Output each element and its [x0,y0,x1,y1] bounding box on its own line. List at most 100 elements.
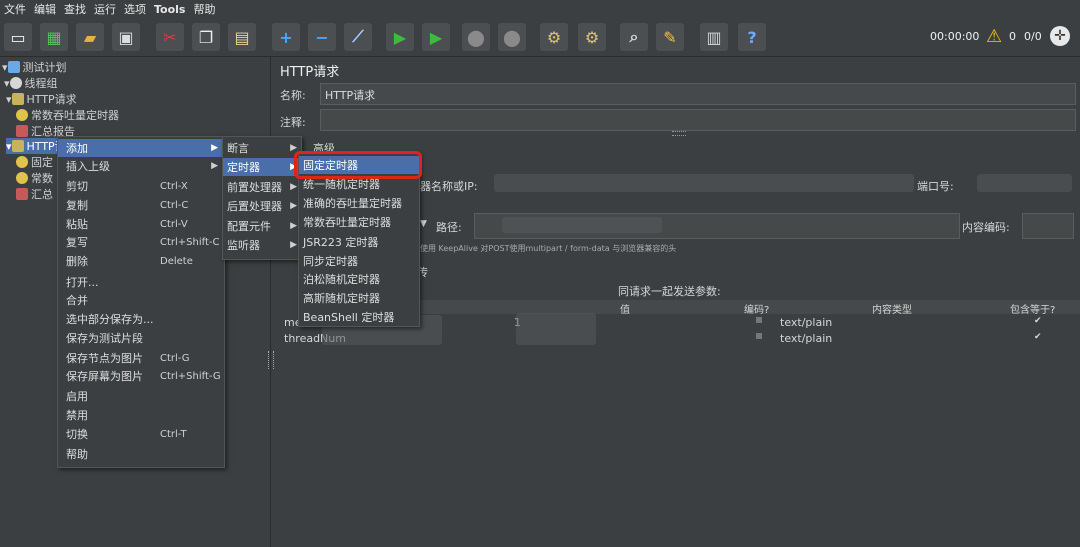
menu-item-save-node-image[interactable]: 保存节点为图片 Ctrl-G [58,349,224,367]
new-icon[interactable]: ▭ [4,23,32,51]
col-value: 值 [620,305,630,316]
start-icon[interactable]: ▶ [386,23,414,51]
function-helper-icon[interactable]: ▥ [700,23,728,51]
encoding-field[interactable] [1022,213,1074,239]
splitter-handle[interactable] [672,131,686,136]
menu-item-save-selection[interactable]: 选中部分保存为... [58,310,224,328]
test-plan-icon [7,61,20,73]
timer-icon [16,156,28,168]
warning-icon[interactable]: ⚠ [986,26,1002,47]
port-field[interactable] [977,174,1072,192]
start-no-pause-icon[interactable]: ▶ [422,23,450,51]
param-content-type: text/plain [780,332,833,345]
menu-file[interactable]: 文件 [0,1,30,17]
stop-icon[interactable]: ⬤ [462,23,490,51]
submenu-arrow-icon: ▶ [290,221,297,231]
menu-item-copy[interactable]: 复制 Ctrl-C [58,196,224,214]
submenu-item-config-elements[interactable]: 配置元件 ▶ [223,217,301,235]
submenu-item-jsr223-timer[interactable]: JSR223 定时器 [299,233,419,251]
menu-run[interactable]: 运行 [90,1,120,17]
tree-node-test-plan[interactable]: ▾ 测试计划 [2,59,67,75]
menu-options[interactable]: 选项 [120,1,150,17]
menu-item-duplicate[interactable]: 复写 Ctrl+Shift-C [58,233,224,251]
save-icon[interactable]: ▣ [112,23,140,51]
open-icon[interactable]: ▰ [76,23,104,51]
submenu-item-poisson-timer[interactable]: 泊松随机定时器 [299,270,419,288]
broom-icon[interactable]: ✎ [656,23,684,51]
path-value-blur [502,217,662,233]
tree-node-http-request[interactable]: ▾ HTTP请求 [6,91,77,107]
method-dropdown-arrow[interactable]: ▼ [420,219,427,229]
encode-checkbox[interactable] [756,333,762,339]
warning-count: 0 [1009,30,1016,43]
menu-item-paste[interactable]: 粘贴 Ctrl-V [58,215,224,233]
submenu-item-timers[interactable]: 定时器 ▶ [223,158,301,176]
menu-item-insert-parent[interactable]: 插入上级 ▶ [58,157,224,175]
server-field[interactable] [494,174,914,192]
report-icon [16,188,28,200]
tree-node-thread-group[interactable]: ▾ 线程组 [4,75,58,91]
name-field[interactable]: HTTP请求 [320,83,1076,105]
tree-node-fixed-timer[interactable]: 固定 [16,154,53,170]
timer-icon [16,109,28,121]
templates-icon[interactable]: ▦ [40,23,68,51]
paste-icon[interactable]: ▤ [228,23,256,51]
encode-checkbox[interactable] [756,317,762,323]
include-eq-checkbox[interactable]: ✔ [1034,332,1042,342]
tree-node-constant[interactable]: 常数 [16,170,53,186]
tree-expand-icon[interactable]: ▾ [2,61,8,74]
toggle-icon[interactable]: ⟋ [344,23,372,51]
remote-icon[interactable]: ✛ [1050,26,1070,46]
submenu-item-post-processors[interactable]: 后置处理器 ▶ [223,197,301,215]
gear-icon [9,77,22,89]
search-icon[interactable]: ⌕ [620,23,648,51]
menu-item-save-screen-image[interactable]: 保存屏幕为图片 Ctrl+Shift-G [58,367,224,385]
tree-node-constant-throughput[interactable]: 常数吞吐量定时器 [16,107,119,123]
tree-expand-icon[interactable]: ▾ [6,93,12,106]
menubar: 文件 编辑 查找 运行 选项 Tools 帮助 [0,0,1080,18]
shutdown-icon[interactable]: ⬤ [498,23,526,51]
name-label: 名称: [280,89,306,102]
submenu-item-listeners[interactable]: 监听器 ▶ [223,236,301,254]
menu-tools[interactable]: Tools [150,3,189,16]
menu-item-enable[interactable]: 启用 [58,387,224,405]
menu-item-toggle[interactable]: 切换 Ctrl-T [58,425,224,443]
submenu-item-pre-processors[interactable]: 前置处理器 ▶ [223,178,301,196]
port-label: 端口号: [917,180,954,193]
panel-splitter[interactable] [268,351,274,369]
submenu-arrow-icon: ▶ [211,161,218,171]
menu-item-add[interactable]: 添加 ▶ [58,139,224,157]
submenu-item-beanshell-timer[interactable]: BeanShell 定时器 [299,308,419,326]
include-eq-checkbox[interactable]: ✔ [1034,316,1042,326]
comment-field[interactable] [320,109,1076,131]
menu-search[interactable]: 查找 [60,1,90,17]
menu-edit[interactable]: 编辑 [30,1,60,17]
copy-icon[interactable]: ❐ [192,23,220,51]
expand-icon[interactable]: + [272,23,300,51]
submenu-item-gaussian-timer[interactable]: 高斯随机定时器 [299,289,419,307]
menu-item-help[interactable]: 帮助 [58,445,224,463]
submenu-arrow-icon: ▶ [211,143,218,153]
menu-item-merge[interactable]: 合并 [58,291,224,309]
menu-item-save-fragment[interactable]: 保存为测试片段 [58,329,224,347]
collapse-icon[interactable]: − [308,23,336,51]
menu-item-disable[interactable]: 禁用 [58,406,224,424]
submenu-item-constant-throughput-timer[interactable]: 常数吞吐量定时器 [299,213,419,231]
sampler-icon [11,140,24,152]
cut-icon[interactable]: ✂ [156,23,184,51]
tree-expand-icon[interactable]: ▾ [4,77,10,90]
submenu-item-assertions[interactable]: 断言 ▶ [223,139,301,157]
clear-icon[interactable]: ⚙ [540,23,568,51]
thread-ratio: 0/0 [1024,30,1042,43]
tree-node-summary[interactable]: 汇总 [16,186,53,202]
menu-help[interactable]: 帮助 [189,1,219,17]
submenu-item-sync-timer[interactable]: 同步定时器 [299,252,419,270]
help-icon[interactable]: ? [738,23,766,51]
tree-expand-icon[interactable]: ▾ [6,140,12,153]
menu-item-cut[interactable]: 剪切 Ctrl-X [58,177,224,195]
menu-item-open[interactable]: 打开... [58,273,224,291]
submenu-item-precise-throughput-timer[interactable]: 准确的吞吐量定时器 [299,194,419,212]
clear-all-icon[interactable]: ⚙ [578,23,606,51]
menu-item-delete[interactable]: 删除 Delete [58,252,224,270]
encoding-label: 内容编码: [962,221,1010,234]
